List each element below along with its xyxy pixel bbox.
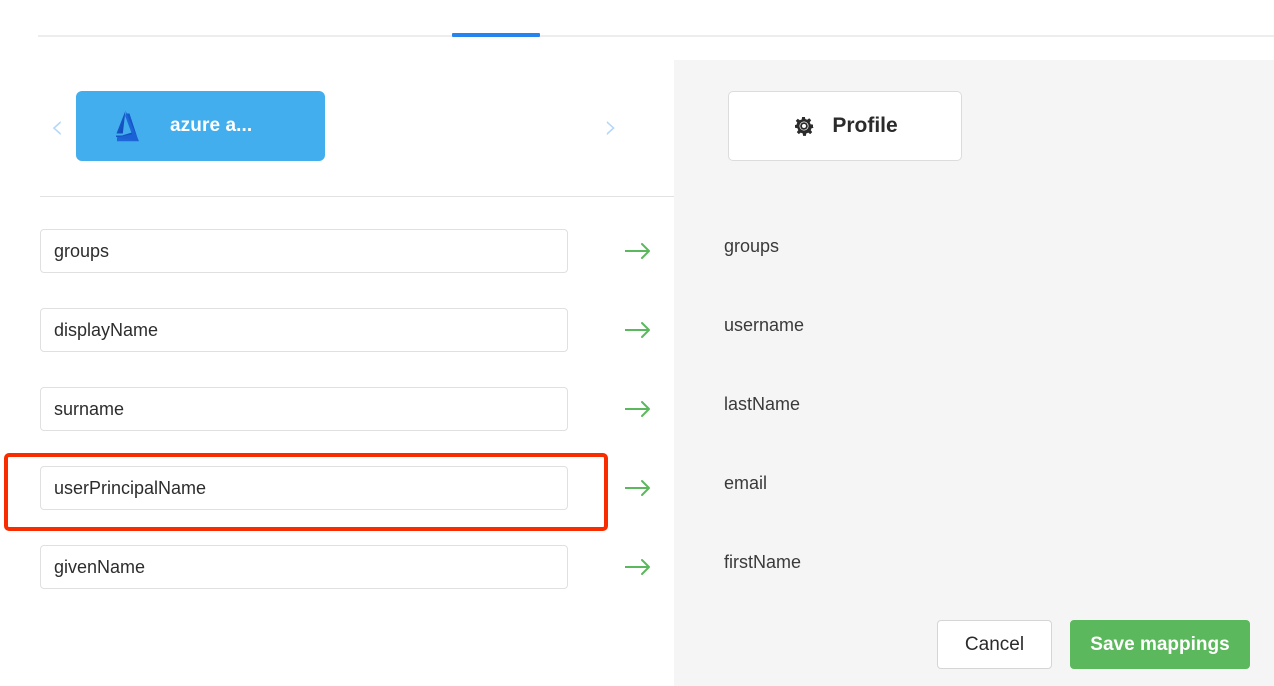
mapping-row: lastName	[0, 372, 1274, 451]
mapping-row: email	[0, 451, 1274, 530]
gear-icon	[792, 114, 816, 138]
source-attribute-input[interactable]	[40, 545, 568, 589]
arrow-right-icon	[616, 553, 660, 581]
source-header-divider	[40, 196, 674, 197]
source-attribute-input[interactable]	[40, 308, 568, 352]
chevron-right-icon[interactable]: ›	[598, 107, 624, 147]
save-mappings-button[interactable]: Save mappings	[1070, 620, 1250, 669]
target-attribute-label: lastName	[724, 394, 801, 414]
target-attribute-label: firstName	[724, 552, 802, 572]
chevron-left-icon[interactable]: ‹	[44, 107, 70, 147]
active-tab-indicator[interactable]	[452, 33, 540, 37]
target-app-label: Profile	[832, 114, 898, 137]
attribute-mapping-screen: ‹ › azure a... Profile groups groups dis…	[0, 0, 1274, 686]
target-app-profile-button[interactable]: Profile	[728, 91, 962, 161]
source-app-label: azure a...	[170, 115, 253, 136]
arrow-right-icon	[616, 395, 660, 423]
target-attribute-label: username	[724, 315, 805, 335]
arrow-right-icon	[616, 474, 660, 502]
arrow-right-icon	[616, 316, 660, 344]
source-attribute-input[interactable]	[40, 466, 568, 510]
arrow-right-icon	[616, 237, 660, 265]
source-attribute-input[interactable]	[40, 387, 568, 431]
source-attribute-input[interactable]	[40, 229, 568, 273]
mapping-row: groups	[0, 214, 1274, 293]
azure-logo-icon	[108, 104, 152, 148]
source-app-tile[interactable]: azure a...	[76, 91, 325, 161]
mapping-rows: groups username lastName	[0, 214, 1274, 609]
mapping-row: username	[0, 293, 1274, 372]
cancel-button[interactable]: Cancel	[937, 620, 1052, 669]
mapping-row: firstName	[0, 530, 1274, 609]
target-attribute-label: email	[724, 473, 768, 493]
footer-actions: Cancel Save mappings	[674, 620, 1274, 686]
tab-strip-divider	[38, 35, 1274, 37]
target-attribute-label: groups	[724, 236, 780, 256]
